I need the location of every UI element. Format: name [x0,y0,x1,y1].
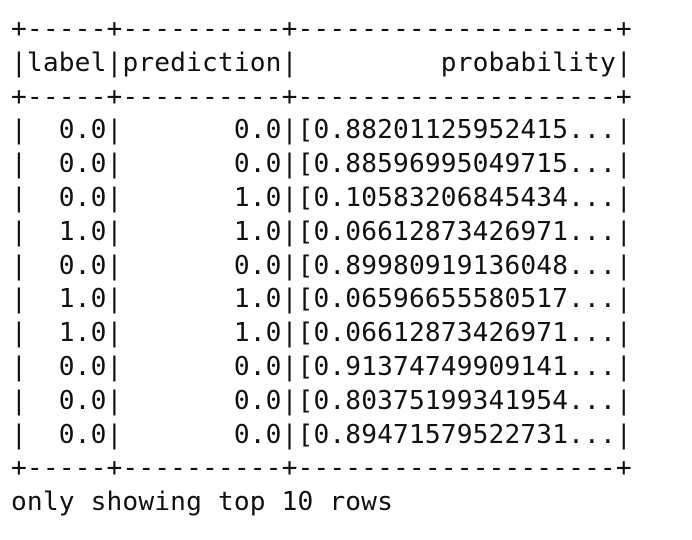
cell-prediction: 0.0 [122,351,282,382]
cell-probability: [0.06612873426971... [297,318,616,349]
cell-prediction: 0.0 [122,385,282,416]
table-row: | 0.0| 0.0|[0.89980919136048...| [11,250,632,281]
cell-label: 1.0 [26,318,107,349]
cell-label: 0.0 [26,115,107,146]
cell-label: 0.0 [26,351,107,382]
table-row: | 0.0| 0.0|[0.88596995049715...| [11,149,632,180]
cell-prediction: 1.0 [122,216,282,247]
cell-label: 0.0 [26,419,107,450]
cell-label: 1.0 [26,284,107,315]
console-output: +-----+----------+--------------------+ … [11,13,681,520]
cell-label: 0.0 [26,385,107,416]
cell-prediction: 1.0 [122,284,282,315]
cell-label: 0.0 [26,250,107,281]
table-row: | 0.0| 0.0|[0.88201125952415...| [11,115,632,146]
table-row: | 1.0| 1.0|[0.06612873426971...| [11,318,632,349]
table-border-bottom: +-----+----------+--------------------+ [11,453,632,484]
cell-probability: [0.88201125952415... [297,115,616,146]
cell-prediction: 1.0 [122,182,282,213]
cell-prediction: 0.0 [122,115,282,146]
cell-label: 0.0 [26,149,107,180]
table-border-header: +-----+----------+--------------------+ [11,81,632,112]
cell-probability: [0.89471579522731... [297,419,616,450]
cell-label: 1.0 [26,216,107,247]
table-row: | 0.0| 0.0|[0.80375199341954...| [11,385,632,416]
header-probability: probability [297,47,616,78]
table-row: | 0.0| 0.0|[0.89471579522731...| [11,419,632,450]
cell-probability: [0.06612873426971... [297,216,616,247]
cell-prediction: 0.0 [122,250,282,281]
table-row: | 1.0| 1.0|[0.06596655580517...| [11,284,632,315]
table-header-row: |label|prediction| probability| [11,47,632,78]
cell-probability: [0.10583206845434... [297,182,616,213]
cell-label: 0.0 [26,182,107,213]
cell-probability: [0.80375199341954... [297,385,616,416]
cell-prediction: 0.0 [122,419,282,450]
cell-prediction: 1.0 [122,318,282,349]
cell-probability: [0.91374749909141... [297,351,616,382]
table-border-top: +-----+----------+--------------------+ [11,14,632,44]
footer-note: only showing top 10 rows [11,487,393,518]
table-row: | 0.0| 0.0|[0.91374749909141...| [11,351,632,382]
table-row: | 1.0| 1.0|[0.06612873426971...| [11,216,632,247]
cell-probability: [0.88596995049715... [297,149,616,180]
header-prediction: prediction [122,47,282,78]
table-row: | 0.0| 1.0|[0.10583206845434...| [11,182,632,213]
header-label: label [26,47,107,78]
cell-prediction: 0.0 [122,149,282,180]
cell-probability: [0.89980919136048... [297,250,616,281]
cell-probability: [0.06596655580517... [297,284,616,315]
table-body: | 0.0| 0.0|[0.88201125952415...| | 0.0| 0… [11,114,681,452]
